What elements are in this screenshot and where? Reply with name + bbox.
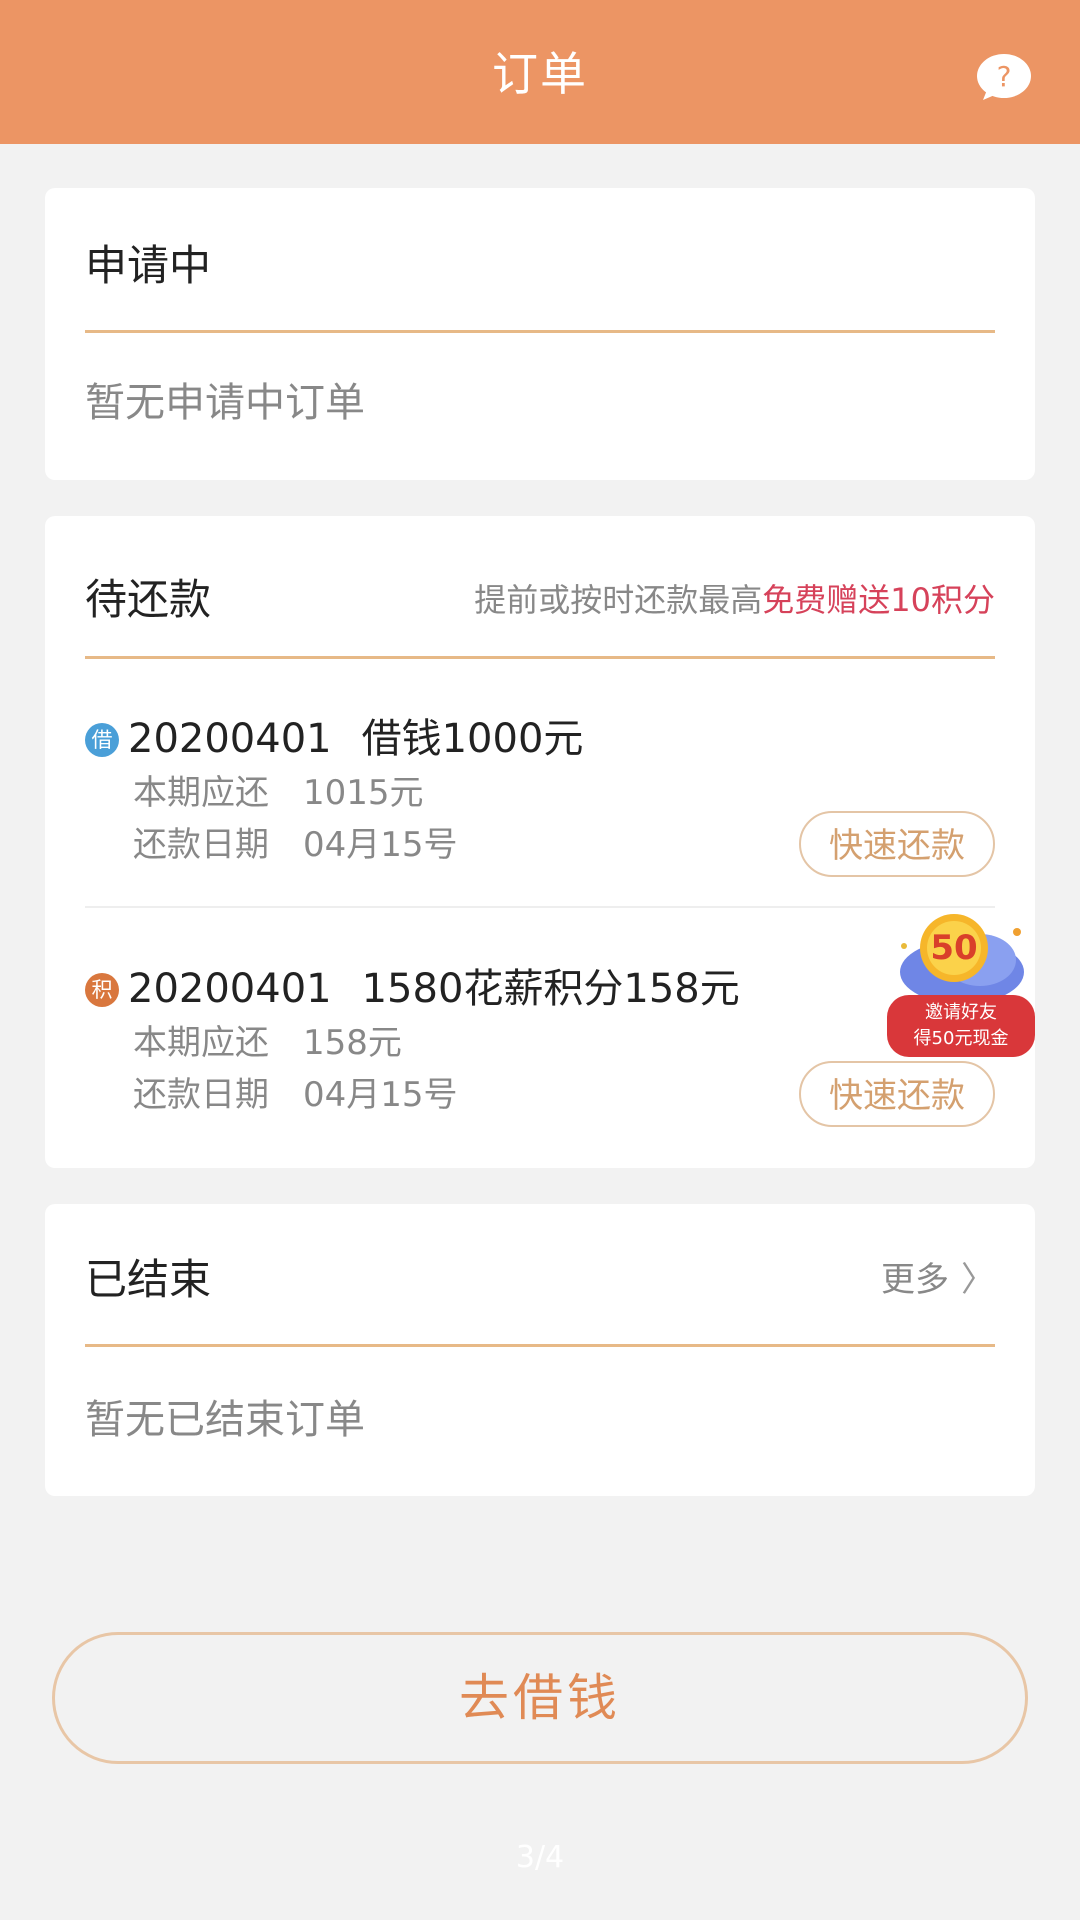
finished-title: 已结束 [85, 1255, 212, 1304]
invite-line1: 邀请好友 [925, 1002, 997, 1023]
date-row: 还款日期 04月15号 [133, 821, 458, 869]
invite-friends-badge[interactable]: 50 邀请好友 得50元现金 [882, 910, 1038, 1060]
amount-row: 本期应还 158元 [133, 1019, 402, 1067]
date-row: 还款日期 04月15号 [133, 1071, 458, 1119]
order-item[interactable]: 积 20200401 1580花薪积分158元 本期应还 158元 还款日期 04月1… [85, 961, 995, 1151]
quick-repay-button[interactable]: 快速还款 [799, 1061, 995, 1127]
date-value: 04月15号 [303, 1075, 458, 1115]
coin-number: 50 [930, 928, 978, 968]
more-label: 更多 [881, 1260, 949, 1300]
quick-repay-button[interactable]: 快速还款 [799, 811, 995, 877]
order-title: 20200401 借钱1000元 [128, 711, 583, 767]
date-value: 04月15号 [303, 825, 458, 865]
applying-title: 申请中 [85, 241, 212, 290]
order-number: 20200401 [128, 966, 332, 1012]
order-title: 20200401 1580花薪积分158元 [128, 961, 740, 1017]
more-link[interactable]: 更多〉 [881, 1252, 995, 1308]
applying-card: 申请中 暂无申请中订单 [45, 188, 1035, 480]
date-label: 还款日期 [133, 825, 269, 865]
amount-row: 本期应还 1015元 [133, 769, 424, 817]
amount-value: 1015元 [303, 773, 424, 813]
page-title: 订单 [492, 47, 588, 101]
order-desc: 1580花薪积分158元 [361, 966, 740, 1012]
amount-label: 本期应还 [133, 1023, 269, 1063]
amount-label: 本期应还 [133, 773, 269, 813]
item-separator [85, 906, 995, 908]
finished-card: 已结束 更多〉 暂无已结束订单 [45, 1204, 1035, 1496]
pending-card: 待还款 提前或按时还款最高免费赠送10积分 借 20200401 借钱1000元 … [45, 516, 1035, 1168]
borrow-button[interactable]: 去借钱 [52, 1632, 1028, 1764]
top-bar: 订单 ? [0, 0, 1080, 144]
applying-divider [85, 330, 995, 333]
promo-prefix: 提前或按时还款最高 [474, 581, 763, 619]
points-badge-icon: 积 [85, 973, 119, 1007]
order-desc: 借钱1000元 [361, 716, 584, 762]
amount-value: 158元 [303, 1023, 402, 1063]
finished-empty-text: 暂无已结束订单 [85, 1397, 365, 1443]
date-label: 还款日期 [133, 1075, 269, 1115]
order-item[interactable]: 借 20200401 借钱1000元 本期应还 1015元 还款日期 04月15号 快… [85, 711, 995, 901]
promo-highlight: 免费赠送10积分 [762, 581, 995, 619]
pending-divider [85, 656, 995, 659]
pending-title: 待还款 [85, 575, 212, 624]
invite-label: 邀请好友 得50元现金 [887, 995, 1035, 1057]
loan-badge-icon: 借 [85, 723, 119, 757]
page-indicator: 3/4 [515, 1840, 565, 1875]
order-number: 20200401 [128, 716, 332, 762]
chevron-right-icon: 〉 [961, 1260, 995, 1300]
applying-empty-text: 暂无申请中订单 [85, 380, 365, 426]
promo-text: 提前或按时还款最高免费赠送10积分 [474, 578, 995, 622]
question-icon[interactable]: ? [975, 52, 1033, 102]
finished-divider [85, 1344, 995, 1347]
svg-text:?: ? [997, 60, 1012, 93]
invite-line2: 得50元现金 [913, 1028, 1009, 1049]
